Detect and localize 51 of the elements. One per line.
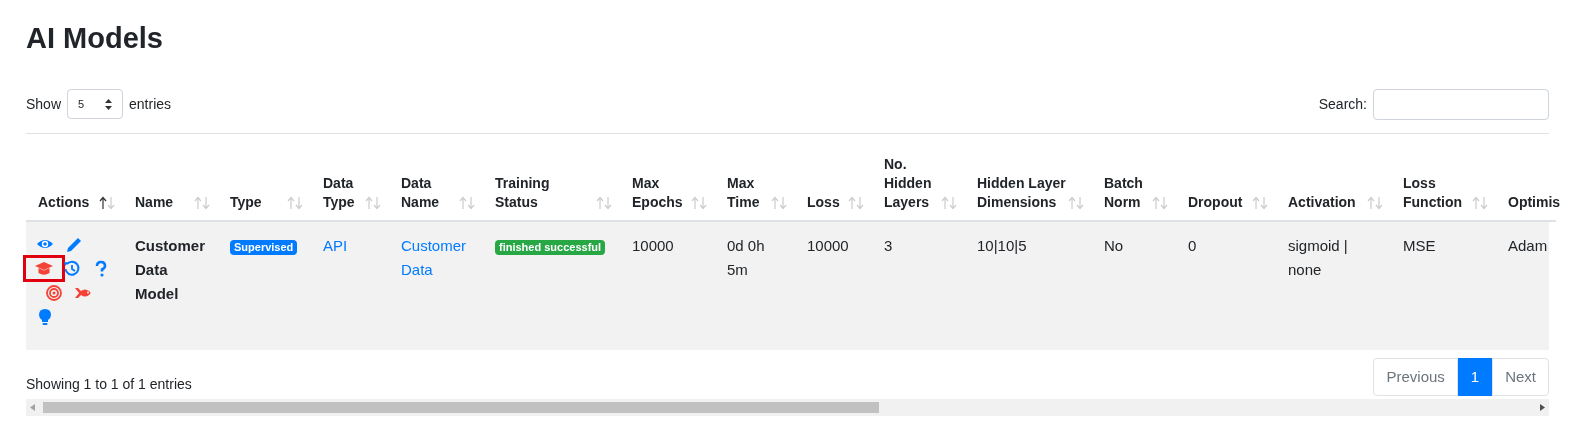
table-cell-text: 0d 0h 5m bbox=[727, 236, 766, 280]
search-label: Search: bbox=[1318, 94, 1367, 114]
entries-select[interactable]: 5 bbox=[67, 89, 124, 119]
table-link[interactable]: API bbox=[323, 234, 381, 258]
page-button[interactable]: 1 bbox=[1457, 358, 1493, 396]
graduation-cap-icon[interactable] bbox=[35, 259, 53, 278]
previous-button[interactable]: Previous bbox=[1373, 358, 1458, 396]
column-header[interactable]: Data Type bbox=[323, 174, 365, 212]
column-header[interactable]: Type bbox=[230, 193, 262, 212]
entries-label: entries bbox=[129, 94, 172, 114]
table-cell-text: 10000 bbox=[807, 236, 850, 256]
table-cell-text: sigmoid | none bbox=[1288, 236, 1349, 280]
column-header[interactable]: Max Epochs bbox=[632, 174, 691, 212]
lightbulb-icon[interactable] bbox=[36, 307, 54, 326]
column-header[interactable]: Name bbox=[135, 193, 174, 212]
table-cell-text: 10|10|5 bbox=[977, 236, 1028, 256]
status-badge: finished successful bbox=[495, 240, 606, 255]
column-header[interactable]: Batch Norm bbox=[1104, 174, 1152, 212]
horizontal-scrollbar[interactable] bbox=[26, 399, 1549, 416]
table-info: Showing 1 to 1 of 1 entries bbox=[26, 374, 192, 394]
table-cell-text: No bbox=[1104, 236, 1125, 256]
target-icon[interactable] bbox=[45, 283, 63, 302]
scroll-left-arrow-icon[interactable] bbox=[30, 404, 35, 411]
column-header[interactable]: Training Status bbox=[495, 174, 596, 212]
status-badge: Supervised bbox=[230, 240, 298, 255]
table-cell-text: 10000 bbox=[632, 236, 675, 256]
column-header[interactable]: Hidden Layer Dimensions bbox=[977, 174, 1068, 212]
column-header[interactable]: Data Name bbox=[401, 174, 459, 212]
model-name: Customer Data Model bbox=[135, 236, 206, 304]
table-cell-text: 0 bbox=[1188, 236, 1198, 256]
column-header[interactable]: Loss Function bbox=[1403, 174, 1472, 212]
page-title: AI Models bbox=[26, 21, 163, 56]
history-icon[interactable] bbox=[63, 259, 81, 278]
column-header[interactable]: No. Hidden Layers bbox=[884, 155, 941, 212]
column-header[interactable]: Activation bbox=[1288, 193, 1356, 212]
pencil-icon[interactable] bbox=[65, 235, 83, 254]
show-label: Show bbox=[26, 94, 62, 114]
table-link[interactable]: Customer Data bbox=[401, 234, 475, 282]
column-header[interactable]: Optimis bbox=[1508, 193, 1561, 212]
column-header[interactable]: Loss bbox=[807, 193, 840, 212]
column-header[interactable]: Dropout bbox=[1188, 193, 1243, 212]
column-header[interactable]: Max Time bbox=[727, 174, 771, 212]
column-header[interactable]: Actions bbox=[38, 193, 90, 212]
sort-caret-icon bbox=[105, 98, 113, 110]
sort-icon[interactable] bbox=[99, 196, 115, 210]
scroll-right-arrow-icon[interactable] bbox=[1540, 404, 1545, 411]
table-cell-text: 3 bbox=[884, 236, 894, 256]
next-button[interactable]: Next bbox=[1492, 358, 1549, 396]
table-cell-text: MSE bbox=[1403, 236, 1437, 256]
table-cell-text: Adam bbox=[1508, 236, 1548, 256]
search-field[interactable] bbox=[1373, 88, 1549, 120]
